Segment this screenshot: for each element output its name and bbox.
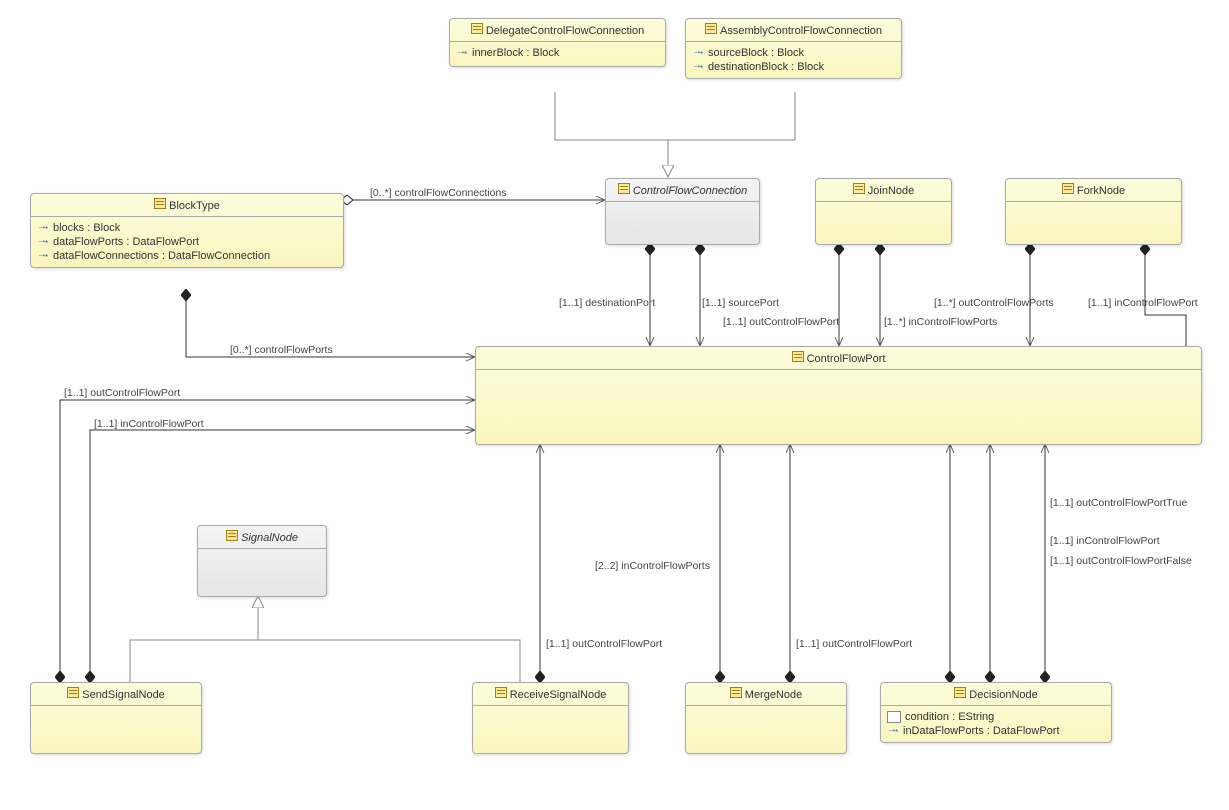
assoc-label-controlflowports: [0..*] controlFlowPorts <box>230 344 333 356</box>
class-icon <box>154 198 166 209</box>
attr-label: innerBlock : Block <box>472 47 559 59</box>
attr-row: condition : EString <box>887 710 1105 724</box>
assoc-label-merge-out: [1..1] outControlFlowPort <box>796 638 912 650</box>
class-name: DecisionNode <box>969 689 1037 701</box>
class-name: BlockType <box>169 200 220 212</box>
assoc-label-controlflowconnections: [0..*] controlFlowConnections <box>370 187 507 199</box>
class-name: ReceiveSignalNode <box>510 689 607 701</box>
attr-row: inDataFlowPorts : DataFlowPort <box>887 724 1105 738</box>
assoc-label-dec-in: [1..1] inControlFlowPort <box>1050 535 1160 547</box>
assoc-label-rs-out: [1..1] outControlFlowPort <box>546 638 662 650</box>
assoc-label-forkout: [1..*] outControlFlowPorts <box>934 297 1054 309</box>
attr-label: condition : EString <box>905 711 994 723</box>
class-name: ControlFlowConnection <box>633 185 747 197</box>
ref-icon <box>692 48 704 58</box>
class-assembly[interactable]: AssemblyControlFlowConnection sourceBloc… <box>685 18 902 79</box>
class-name: JoinNode <box>868 185 914 197</box>
class-icon <box>1062 183 1074 194</box>
class-icon <box>792 351 804 362</box>
attr-row: sourceBlock : Block <box>692 46 895 60</box>
assoc-label-ss-in: [1..1] inControlFlowPort <box>94 418 204 430</box>
assoc-label-joinin: [1..*] inControlFlowPorts <box>884 316 997 328</box>
ref-icon <box>37 223 49 233</box>
class-receivesignal[interactable]: ReceiveSignalNode <box>472 682 629 754</box>
assoc-label-dec-outfalse: [1..1] outControlFlowPortFalse <box>1050 555 1192 567</box>
attr-label: blocks : Block <box>53 222 120 234</box>
class-joinnode[interactable]: JoinNode <box>815 178 952 245</box>
attr-row: destinationBlock : Block <box>692 60 895 74</box>
class-name: SignalNode <box>241 532 298 544</box>
attr-label: sourceBlock : Block <box>708 47 804 59</box>
class-blocktype[interactable]: BlockType blocks : Block dataFlowPorts :… <box>30 193 344 268</box>
attr-row: innerBlock : Block <box>456 46 659 60</box>
class-signalnode[interactable]: SignalNode <box>197 525 327 597</box>
class-decisionnode[interactable]: DecisionNode condition : EString inDataF… <box>880 682 1112 743</box>
attr-label: dataFlowConnections : DataFlowConnection <box>53 250 270 262</box>
class-icon <box>495 687 507 698</box>
class-icon <box>730 687 742 698</box>
ref-icon <box>692 62 704 72</box>
class-sendsignal[interactable]: SendSignalNode <box>30 682 202 754</box>
class-icon <box>226 530 238 541</box>
attr-label: destinationBlock : Block <box>708 61 824 73</box>
ref-icon <box>456 48 468 58</box>
attr-row: blocks : Block <box>37 221 337 235</box>
ref-icon <box>37 237 49 247</box>
assoc-label-forkin: [1..1] inControlFlowPort <box>1088 297 1198 309</box>
attr-row: dataFlowConnections : DataFlowConnection <box>37 249 337 263</box>
class-controlflowport[interactable]: ControlFlowPort <box>475 346 1202 445</box>
assoc-label-ss-out: [1..1] outControlFlowPort <box>64 387 180 399</box>
class-name: AssemblyControlFlowConnection <box>720 25 882 37</box>
assoc-label-destport: [1..1] destinationPort <box>559 297 655 309</box>
class-name: ControlFlowPort <box>807 353 886 365</box>
class-forknode[interactable]: ForkNode <box>1005 178 1182 245</box>
attr-label: dataFlowPorts : DataFlowPort <box>53 236 199 248</box>
class-icon <box>705 23 717 34</box>
assoc-label-merge-in: [2..2] inControlFlowPorts <box>595 560 710 572</box>
class-mergenode[interactable]: MergeNode <box>685 682 847 754</box>
class-icon <box>618 183 630 194</box>
class-delegate[interactable]: DelegateControlFlowConnection innerBlock… <box>449 18 666 67</box>
attr-icon <box>887 711 901 723</box>
class-name: MergeNode <box>745 689 802 701</box>
class-icon <box>853 183 865 194</box>
class-icon <box>471 23 483 34</box>
assoc-label-srcport: [1..1] sourcePort <box>702 297 779 309</box>
ref-icon <box>887 726 899 736</box>
attr-row: dataFlowPorts : DataFlowPort <box>37 235 337 249</box>
class-name: ForkNode <box>1077 185 1125 197</box>
class-icon <box>67 687 79 698</box>
class-icon <box>954 687 966 698</box>
class-controlflowconnection[interactable]: ControlFlowConnection <box>605 178 760 245</box>
attr-label: inDataFlowPorts : DataFlowPort <box>903 725 1060 737</box>
ref-icon <box>37 251 49 261</box>
assoc-label-joinout: [1..1] outControlFlowPort <box>723 316 839 328</box>
class-name: DelegateControlFlowConnection <box>486 25 644 37</box>
assoc-label-dec-outtrue: [1..1] outControlFlowPortTrue <box>1050 497 1187 509</box>
class-name: SendSignalNode <box>82 689 165 701</box>
